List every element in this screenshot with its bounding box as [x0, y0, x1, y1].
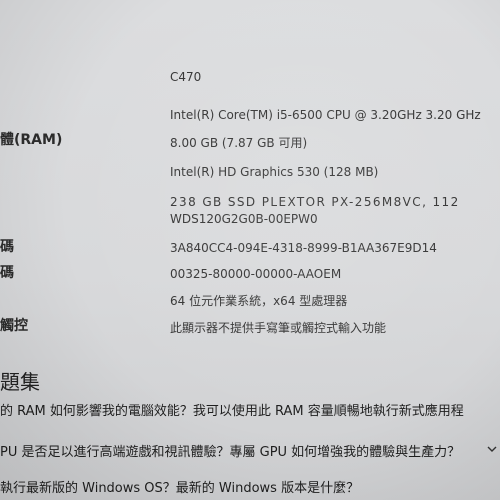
spec-label-ram: 體(RAM)	[0, 132, 63, 148]
spec-value-product-id: 00325-80000-00000-AAOEM	[170, 267, 342, 281]
spec-value-processor: Intel(R) Core(TM) i5-6500 CPU @ 3.20GHz …	[170, 108, 481, 122]
spec-value-model: C470	[170, 70, 202, 84]
spec-value-storage-2: WDS120G2G0B-00EPW0	[170, 212, 318, 226]
spec-label-pen-touch: 觸控	[0, 318, 28, 334]
faq-section-title: 題集	[0, 370, 40, 394]
faq-question-gpu[interactable]: PU 是否足以進行高端遊戲和視訊體驗？專屬 GPU 如何增強我的體驗與生產力？	[0, 441, 460, 460]
spec-value-ram: 8.00 GB (7.87 GB 可用)	[170, 136, 308, 150]
spec-value-storage: 238 GB SSD PLEXTOR PX-256M8VC, 112	[170, 195, 460, 209]
spec-value-system-type: 64 位元作業系統，x64 型處理器	[170, 294, 348, 308]
spec-label-product-id: 碼	[0, 265, 14, 281]
spec-value-device-id: 3A840CC4-094E-4318-8999-B1AA367E9D14	[170, 241, 437, 255]
faq-question-ram[interactable]: 的 RAM 如何影響我的電腦效能？我可以使用此 RAM 容量順暢地執行新式應用程	[0, 400, 464, 419]
system-info-screen: C470 Intel(R) Core(TM) i5-6500 CPU @ 3.2…	[0, 0, 500, 500]
faq-question-windows[interactable]: 執行最新版的 Windows OS？最新的 Windows 版本是什麼？	[0, 477, 359, 496]
spec-value-graphics: Intel(R) HD Graphics 530 (128 MB)	[170, 165, 379, 179]
spec-label-device-id: 碼	[0, 239, 14, 255]
chevron-down-icon[interactable]	[487, 444, 497, 454]
spec-value-pen-touch: 此顯示器不提供手寫筆或觸控式輸入功能	[170, 321, 387, 335]
